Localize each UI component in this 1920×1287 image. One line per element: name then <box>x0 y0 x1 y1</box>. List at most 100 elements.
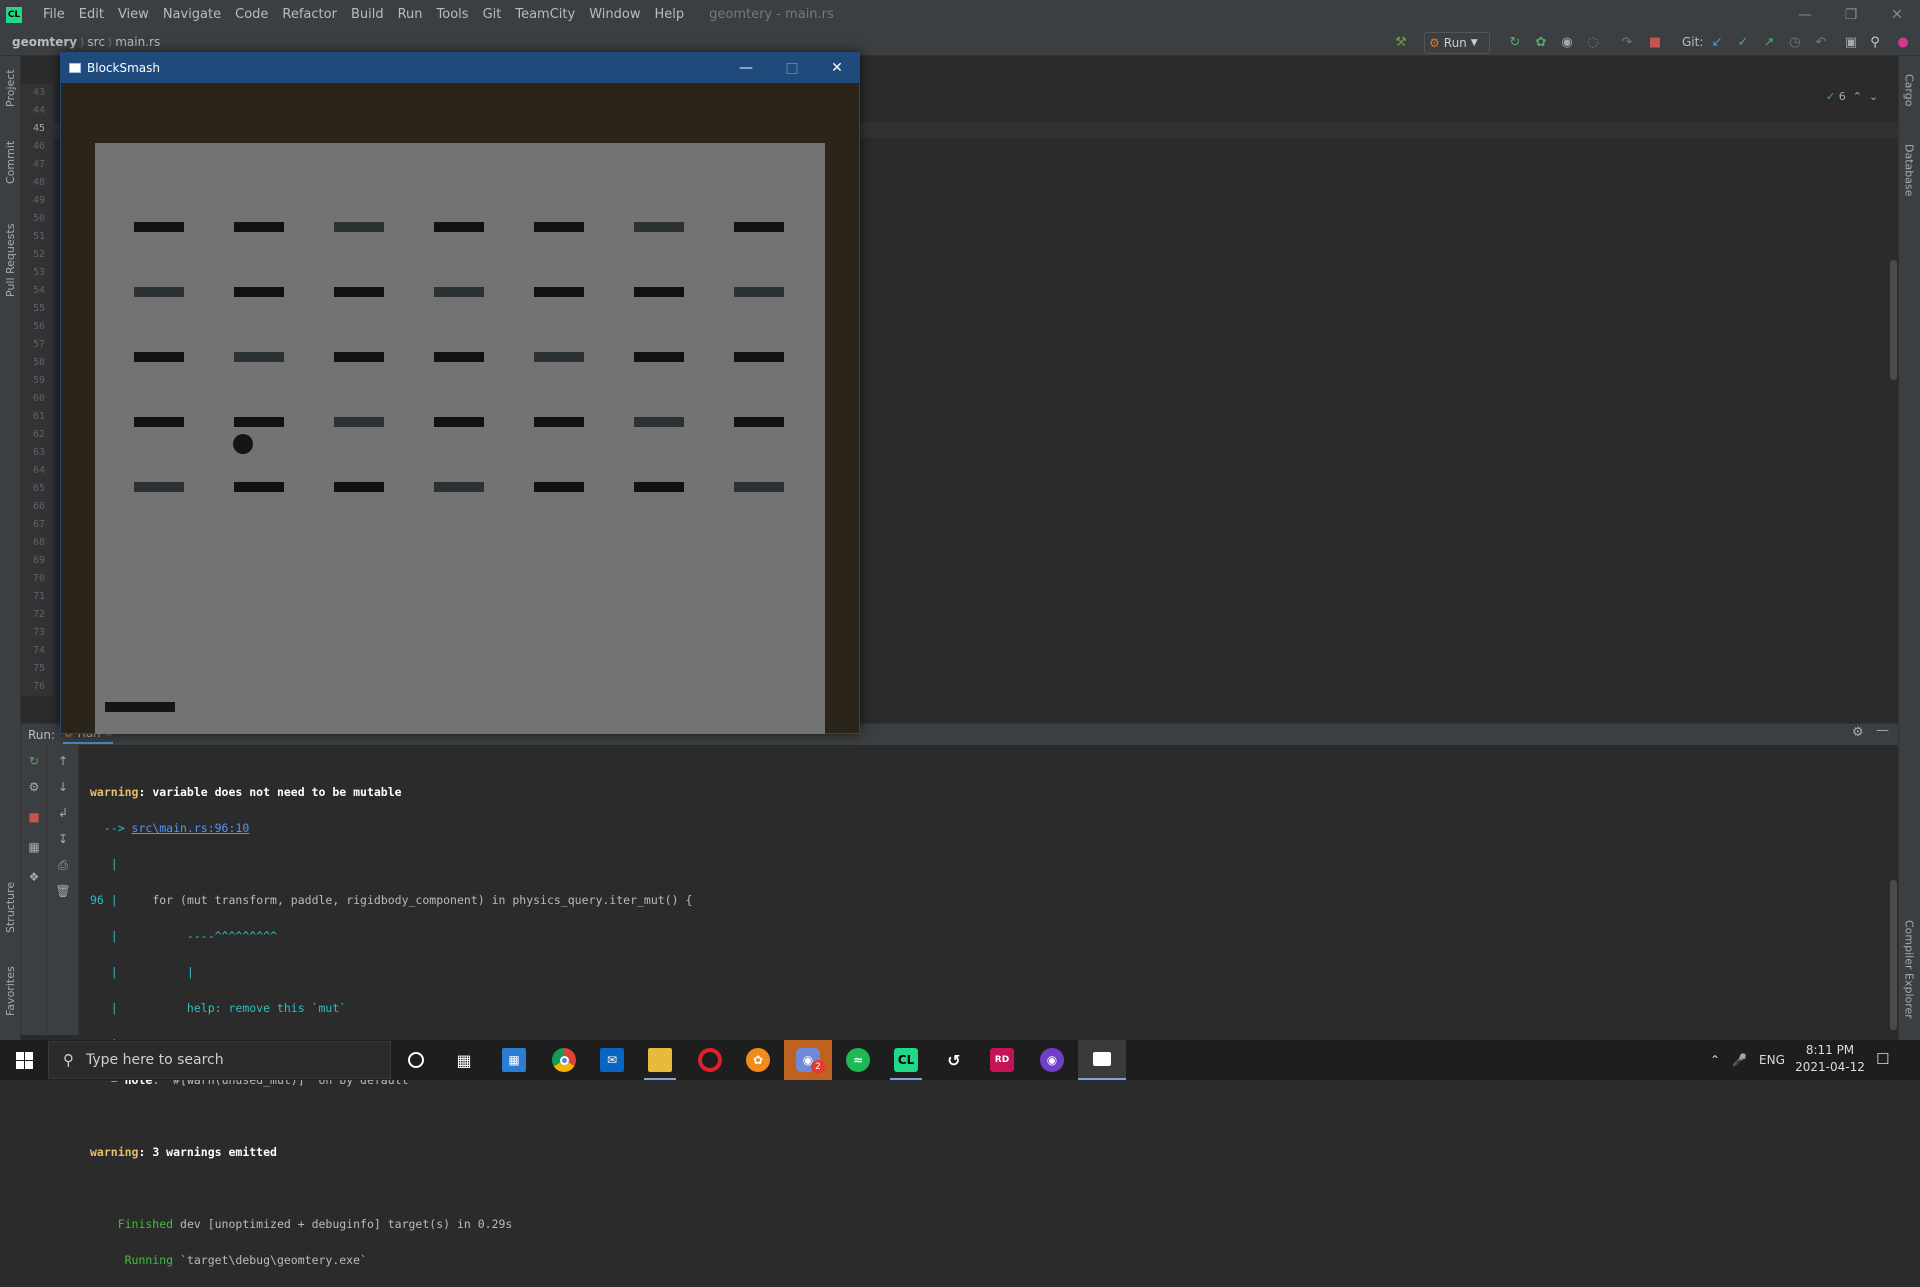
chevron-up-icon[interactable]: ⌃ <box>1710 1053 1720 1067</box>
stop-icon[interactable]: ■ <box>26 809 42 825</box>
git-update-icon[interactable]: ↙ <box>1708 33 1726 51</box>
git-push-icon[interactable]: ↗ <box>1760 33 1778 51</box>
account-icon[interactable]: ● <box>1894 33 1912 51</box>
coverage-icon[interactable]: ◉ <box>1558 33 1576 51</box>
arrow-down-icon[interactable]: ↓ <box>55 779 71 795</box>
menu-help[interactable]: Help <box>647 7 691 22</box>
taskbar-app-chrome[interactable] <box>540 1040 588 1080</box>
menu-view[interactable]: View <box>111 7 156 22</box>
task-view-button[interactable]: ▦ <box>440 1040 488 1080</box>
line-number: 57 <box>32 339 45 350</box>
app-logo-icon: CL <box>6 6 22 23</box>
git-commit-icon[interactable]: ✓ <box>1734 33 1752 51</box>
tab-project[interactable]: Project <box>0 62 21 114</box>
rerun-icon[interactable]: ↻ <box>26 753 42 769</box>
breadcrumb-project[interactable]: geomtery <box>9 35 80 49</box>
menu-teamcity[interactable]: TeamCity <box>508 7 582 22</box>
taskbar-app-fl-studio[interactable]: ✿ <box>734 1040 782 1080</box>
brick <box>134 222 184 232</box>
project-structure-icon[interactable]: ▣ <box>1842 33 1860 51</box>
menu-git[interactable]: Git <box>476 7 509 22</box>
taskbar-app-file-explorer[interactable] <box>636 1040 684 1080</box>
restore-window-button[interactable]: ❐ <box>1828 0 1874 29</box>
taskbar-app-clion[interactable]: CL <box>882 1040 930 1080</box>
build-hammer-icon[interactable]: ⚒ <box>1392 33 1410 51</box>
tab-compiler-explorer[interactable]: Compiler Explorer <box>1899 914 1919 1024</box>
breadcrumb-file[interactable]: main.rs <box>112 35 163 49</box>
minimize-window-button[interactable]: — <box>1782 0 1828 29</box>
taskbar-clock[interactable]: 8:11 PM 2021-04-12 <box>1790 1042 1870 1076</box>
menu-window[interactable]: Window <box>582 7 647 22</box>
brick <box>634 482 684 492</box>
inspection-count: 6 <box>1838 90 1846 103</box>
line-number: 45 <box>32 123 45 134</box>
chrome-icon <box>552 1048 576 1072</box>
console-line: | ----^^^^^^^^^ <box>90 929 277 943</box>
menu-tools[interactable]: Tools <box>430 7 476 22</box>
brick <box>334 482 384 492</box>
taskbar-app-opera[interactable] <box>686 1040 734 1080</box>
cortana-button[interactable] <box>392 1040 440 1080</box>
profile-icon[interactable]: ◌ <box>1584 33 1602 51</box>
window-title: geomtery - main.rs <box>709 7 834 22</box>
close-window-button[interactable]: ✕ <box>1874 0 1920 29</box>
store-icon: ▦ <box>502 1048 526 1072</box>
run-configuration-dropdown[interactable]: ⚙ Run ▼ <box>1424 32 1490 54</box>
menu-build[interactable]: Build <box>344 7 391 22</box>
tab-pull-requests[interactable]: Pull Requests <box>0 214 21 306</box>
language-indicator[interactable]: ENG <box>1759 1053 1785 1067</box>
menu-navigate[interactable]: Navigate <box>156 7 228 22</box>
menu-run[interactable]: Run <box>391 7 430 22</box>
tab-commit[interactable]: Commit <box>0 134 21 190</box>
pin-icon[interactable]: ❖ <box>26 869 42 885</box>
taskbar-search[interactable]: ⚲ Type here to search <box>48 1041 391 1079</box>
taskbar-app-blocksmash[interactable] <box>1078 1040 1126 1080</box>
inspections-widget[interactable]: ✓ 6 ⌃ ⌄ <box>1826 90 1878 103</box>
taskbar-app-visual-studio[interactable]: ↺ <box>930 1040 978 1080</box>
debug-bug-icon[interactable]: ✿ <box>1532 33 1550 51</box>
brick <box>634 417 684 427</box>
console-scrollbar[interactable] <box>1890 880 1897 1030</box>
taskbar-app-rider[interactable]: RD <box>978 1040 1026 1080</box>
taskbar-app-github-desktop[interactable]: ◉ <box>1028 1040 1076 1080</box>
breadcrumb-folder[interactable]: src <box>84 35 108 49</box>
brick <box>434 287 484 297</box>
arrow-up-icon[interactable]: ↑ <box>55 753 71 769</box>
attach-icon[interactable]: ↷ <box>1618 33 1636 51</box>
game-maximize-button[interactable]: □ <box>769 52 815 83</box>
tab-structure[interactable]: Structure <box>0 874 21 940</box>
game-close-button[interactable]: ✕ <box>814 52 860 83</box>
notification-center-icon[interactable]: ☐ <box>1876 1050 1889 1068</box>
source-link[interactable]: src\main.rs:96:10 <box>132 821 250 835</box>
wrench-icon[interactable]: ⚙ <box>26 779 42 795</box>
hide-panel-icon[interactable]: — <box>1876 723 1889 738</box>
editor-scrollbar[interactable] <box>1890 260 1897 380</box>
print-icon[interactable]: ⎙ <box>55 857 71 873</box>
brick <box>634 222 684 232</box>
microphone-icon[interactable]: 🎤 <box>1732 1053 1747 1067</box>
menu-code[interactable]: Code <box>228 7 275 22</box>
taskbar-app-spotify[interactable]: ≈ <box>834 1040 882 1080</box>
menu-file[interactable]: File <box>36 7 72 22</box>
layout-icon[interactable]: ▦ <box>26 839 42 855</box>
history-icon[interactable]: ◷ <box>1786 33 1804 51</box>
menu-refactor[interactable]: Refactor <box>275 7 344 22</box>
search-icon[interactable]: ⚲ <box>1866 33 1884 51</box>
soft-wrap-icon[interactable]: ↲ <box>55 805 71 821</box>
rerun-icon[interactable]: ↻ <box>1506 33 1524 51</box>
game-minimize-button[interactable]: — <box>723 52 769 83</box>
rollback-icon[interactable]: ↶ <box>1812 33 1830 51</box>
taskbar-app-mail[interactable]: ✉ <box>588 1040 636 1080</box>
tab-cargo[interactable]: Cargo <box>1899 62 1919 118</box>
taskbar-app-store[interactable]: ▦ <box>490 1040 538 1080</box>
brick <box>534 417 584 427</box>
scroll-to-end-icon[interactable]: ↧ <box>55 831 71 847</box>
taskbar-app-discord[interactable]: ◉ 2 <box>784 1040 832 1080</box>
menu-edit[interactable]: Edit <box>72 7 111 22</box>
stop-icon[interactable]: ■ <box>1646 33 1664 51</box>
start-button[interactable] <box>0 1040 48 1080</box>
trash-icon[interactable]: 🗑 <box>55 883 71 899</box>
tab-database[interactable]: Database <box>1899 134 1919 206</box>
tab-favorites[interactable]: Favorites <box>0 958 21 1024</box>
settings-gear-icon[interactable]: ⚙ <box>1852 725 1864 740</box>
